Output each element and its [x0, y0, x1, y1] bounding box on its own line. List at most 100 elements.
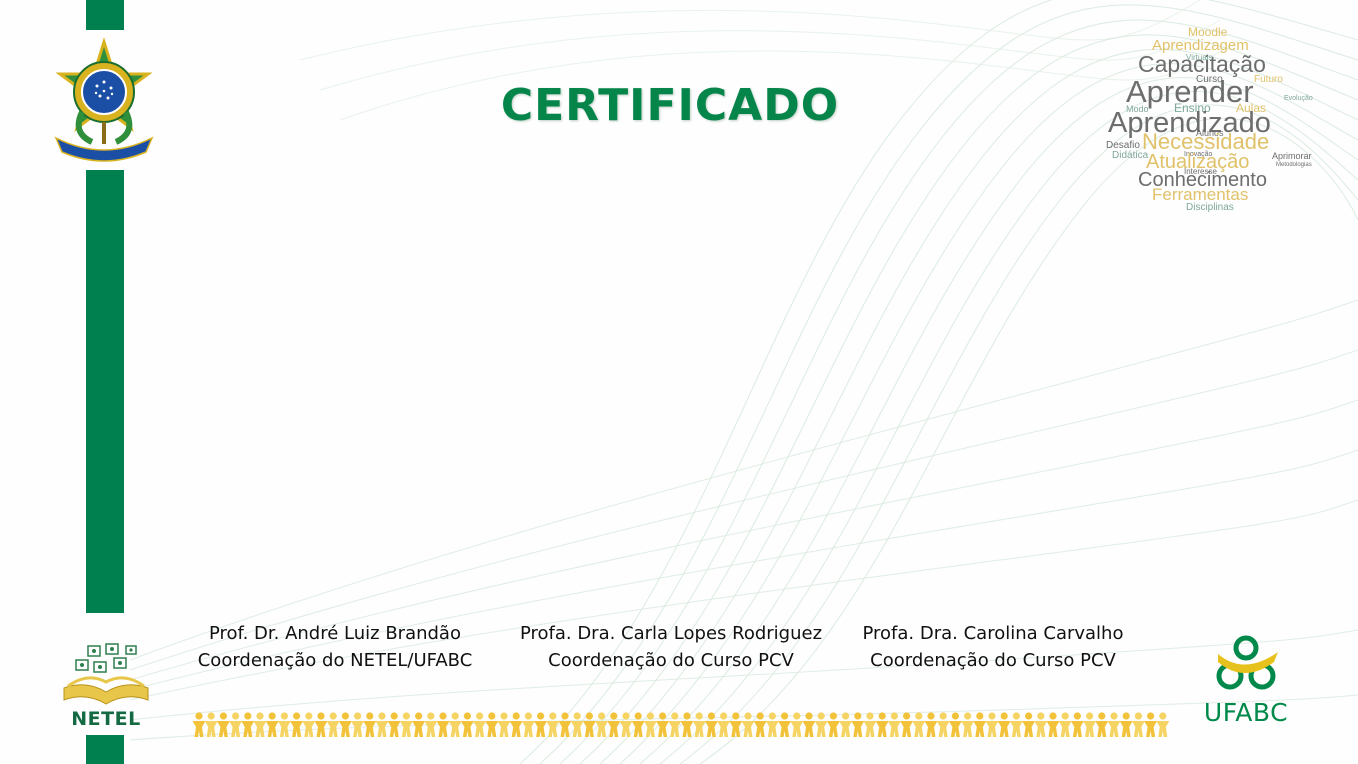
- netel-open-book-icon: [63, 643, 149, 705]
- chain-figure: [546, 712, 560, 737]
- word-cloud-word: Didática: [1112, 150, 1149, 161]
- signature-block: Profa. Dra. Carla Lopes Rodriguez Coorde…: [506, 620, 836, 674]
- netel-logo: NETEL: [58, 642, 154, 734]
- signature-block: Profa. Dra. Carolina Carvalho Coordenaçã…: [828, 620, 1158, 674]
- chain-figure: [826, 712, 840, 737]
- chain-figure: [204, 712, 218, 737]
- chain-figure: [460, 712, 474, 737]
- chain-figure: [717, 712, 731, 737]
- chain-figure: [326, 712, 340, 737]
- chain-figure: [485, 712, 499, 737]
- chain-figure: [497, 712, 511, 737]
- chain-figure: [607, 712, 621, 737]
- chain-figure: [399, 712, 413, 737]
- chain-figure: [424, 712, 438, 737]
- word-cloud-word: Virtuais: [1186, 53, 1213, 62]
- chain-figure: [241, 712, 255, 737]
- chain-figure: [1119, 712, 1133, 737]
- chain-figure: [582, 712, 596, 737]
- chain-figure: [473, 712, 487, 737]
- signatory-role: Coordenação do Curso PCV: [870, 650, 1116, 671]
- chain-figure: [997, 712, 1011, 737]
- chain-figure: [265, 712, 279, 737]
- chain-figure: [534, 712, 548, 737]
- chain-figure: [631, 712, 645, 737]
- chain-figure: [741, 712, 755, 737]
- chain-figure: [1144, 712, 1158, 737]
- brazil-coat-of-arms-icon: [54, 38, 154, 162]
- chain-figure: [363, 712, 377, 737]
- chain-figure: [863, 712, 877, 737]
- chain-figure: [1009, 712, 1023, 737]
- chain-figure: [851, 712, 865, 737]
- signatory-name: Prof. Dr. André Luiz Brandão: [209, 623, 461, 644]
- chain-figure: [680, 712, 694, 737]
- chain-figure: [558, 712, 572, 737]
- chain-figure: [643, 712, 657, 737]
- chain-figure: [570, 712, 584, 737]
- ufabc-logo-icon: [1216, 635, 1278, 690]
- chain-figure: [1058, 712, 1072, 737]
- chain-figure: [1131, 712, 1145, 737]
- chain-figure: [277, 712, 291, 737]
- chain-figure: [961, 712, 975, 737]
- chain-figure: [216, 712, 230, 737]
- chain-figure: [290, 712, 304, 737]
- chain-figure: [704, 712, 718, 737]
- chain-figure: [692, 712, 706, 737]
- chain-figure: [619, 712, 633, 737]
- chain-figure: [912, 712, 926, 737]
- chain-figure: [302, 712, 316, 737]
- signature-block: Prof. Dr. André Luiz Brandão Coordenação…: [170, 620, 500, 674]
- chain-figure: [412, 712, 426, 737]
- signatory-name: Profa. Dra. Carla Lopes Rodriguez: [519, 623, 823, 644]
- chain-figure: [338, 712, 352, 737]
- green-stripe-bottom: [86, 735, 124, 764]
- word-cloud-word: Metodologias: [1276, 162, 1312, 168]
- word-cloud: Moodle Aprendizagem Capacitação Curso Fu…: [1106, 25, 1313, 213]
- green-stripe-middle: [86, 170, 124, 613]
- chain-figure: [314, 712, 328, 737]
- signatory-role: Coordenação do NETEL/UFABC: [197, 650, 473, 671]
- chain-figure: [656, 712, 670, 737]
- chain-figure: [193, 712, 206, 737]
- chain-figure: [778, 712, 792, 737]
- chain-figure: [985, 712, 999, 737]
- chain-figure: [595, 712, 609, 737]
- chain-figure: [936, 712, 950, 737]
- chain-figure: [509, 712, 523, 737]
- chain-figure: [924, 712, 938, 737]
- people-chain-icon: [193, 712, 1169, 737]
- chain-figure: [521, 712, 535, 737]
- chain-figure: [900, 712, 914, 737]
- chain-figure: [887, 712, 901, 737]
- chain-figure: [1156, 712, 1169, 737]
- chain-figure: [668, 712, 682, 737]
- chain-figure: [351, 712, 365, 737]
- certificate-title: CERTIFICADO: [500, 80, 840, 131]
- chain-figure: [1095, 712, 1109, 737]
- chain-figure: [948, 712, 962, 737]
- chain-figure: [790, 712, 804, 737]
- chain-figure: [1034, 712, 1048, 737]
- chain-figure: [436, 712, 450, 737]
- chain-figure: [753, 712, 767, 737]
- chain-figure: [875, 712, 889, 737]
- signatory-name: Profa. Dra. Carolina Carvalho: [862, 623, 1124, 644]
- chain-figure: [1022, 712, 1036, 737]
- chain-figure: [765, 712, 779, 737]
- word-cloud-word: Evolução: [1284, 95, 1313, 102]
- ufabc-logo-text: UFABC: [1203, 698, 1289, 727]
- word-cloud-word: Disciplinas: [1186, 202, 1234, 213]
- certificate-page: CERTIFICADO Moodle Aprendizagem Capacita…: [0, 0, 1358, 764]
- chain-figure: [229, 712, 243, 737]
- chain-figure: [973, 712, 987, 737]
- chain-figure: [1083, 712, 1097, 737]
- chain-figure: [375, 712, 389, 737]
- chain-figure: [448, 712, 462, 737]
- chain-figure: [253, 712, 267, 737]
- netel-logo-text: NETEL: [71, 708, 141, 730]
- chain-figure: [1046, 712, 1060, 737]
- word-cloud-word: Aprimorar: [1272, 151, 1312, 161]
- chain-figure: [387, 712, 401, 737]
